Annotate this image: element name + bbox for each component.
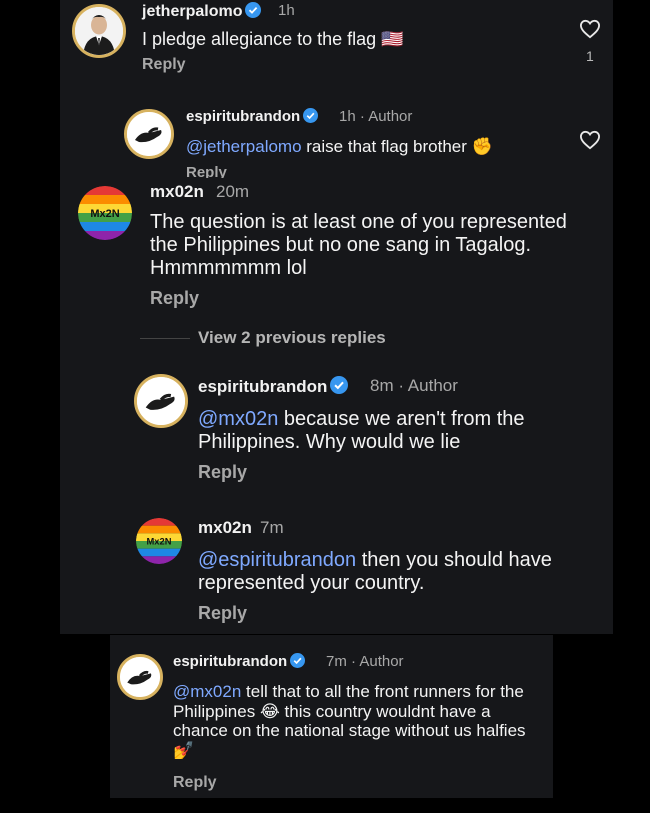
- username[interactable]: mx02n: [150, 182, 204, 202]
- comment-text: @espiritubrandon then you should have re…: [198, 549, 603, 595]
- comment-jetherpalomo: jetherpalomo 1h I pledge allegiance to t…: [60, 0, 613, 100]
- timestamp: 20m: [216, 182, 250, 201]
- comment-text: @mx02n because we aren't from the Philip…: [198, 408, 598, 454]
- timestamp-author: 7m · Author: [326, 653, 404, 670]
- username-text: espiritubrandon: [186, 108, 301, 125]
- reply-button[interactable]: Reply: [198, 462, 247, 483]
- mention-link[interactable]: @mx02n: [198, 408, 278, 430]
- comment-body: I pledge allegiance to the flag: [142, 29, 377, 49]
- comment-text: @jetherpalomo raise that flag brother ✊: [186, 137, 596, 157]
- author-label: Author: [407, 376, 458, 395]
- timestamp: 1h: [339, 108, 356, 125]
- reply-espiritubrandon-1: espiritubrandon 1h · Author @jetherpalom…: [60, 100, 613, 182]
- like-count: 1: [586, 48, 594, 64]
- verified-icon: [290, 653, 306, 668]
- verified-icon: [330, 376, 349, 394]
- comment-text: @mx02n tell that to all the front runner…: [173, 682, 543, 760]
- view-previous-replies[interactable]: View 2 previous replies: [198, 328, 386, 348]
- verified-icon: [245, 2, 262, 18]
- verified-icon: [303, 108, 319, 123]
- avatar-label: Mx2N: [90, 208, 119, 220]
- timestamp: 1h: [278, 2, 295, 19]
- comment-body: raise that flag brother: [301, 137, 467, 156]
- avatar[interactable]: Mx2N: [78, 186, 132, 240]
- reply-button[interactable]: Reply: [142, 56, 186, 74]
- username-text: jetherpalomo: [142, 3, 243, 20]
- laughing-emoji: 😂: [259, 701, 280, 721]
- timestamp-author: 1h · Author: [339, 108, 413, 125]
- username-text: espiritubrandon: [198, 377, 328, 396]
- nail-polish-emoji: 💅: [173, 740, 195, 760]
- avatar[interactable]: Mx2N: [136, 518, 182, 564]
- username-text: mx02n: [150, 182, 204, 201]
- heart-icon[interactable]: [579, 19, 601, 39]
- heart-icon[interactable]: [579, 130, 601, 150]
- comment-text: I pledge allegiance to the flag 🇺🇸: [142, 29, 562, 50]
- fist-emoji: ✊: [471, 137, 493, 156]
- username[interactable]: espiritubrandon: [186, 108, 319, 125]
- author-label: Author: [368, 108, 413, 125]
- username[interactable]: jetherpalomo: [142, 2, 262, 21]
- avatar[interactable]: [72, 4, 126, 58]
- reply-button[interactable]: Reply: [198, 603, 247, 624]
- username-text: espiritubrandon: [173, 653, 288, 670]
- timestamp: 8m: [370, 376, 394, 395]
- username-text: mx02n: [198, 518, 252, 537]
- reply-button[interactable]: Reply: [150, 288, 199, 309]
- avatar-label: Mx2N: [147, 536, 172, 546]
- author-label: Author: [359, 653, 404, 670]
- reply-espiritubrandon-3: espiritubrandon 7m · Author @mx02n tell …: [110, 635, 553, 798]
- timestamp-author: 8m · Author: [370, 376, 458, 395]
- comment-mx02n-thread: Mx2N mx02n 20m The question is at least …: [60, 178, 613, 634]
- mention-link[interactable]: @espiritubrandon: [198, 549, 356, 571]
- username[interactable]: mx02n: [198, 518, 252, 538]
- avatar[interactable]: [117, 654, 163, 700]
- avatar[interactable]: [134, 374, 188, 428]
- comment-text: The question is at least one of you repr…: [150, 211, 567, 279]
- mention-link[interactable]: @jetherpalomo: [186, 137, 302, 156]
- username[interactable]: espiritubrandon: [198, 376, 349, 397]
- flag-emoji: 🇺🇸: [381, 29, 404, 49]
- reply-button[interactable]: Reply: [173, 774, 217, 792]
- timestamp: 7m: [260, 518, 284, 537]
- username[interactable]: espiritubrandon: [173, 653, 306, 670]
- mention-link[interactable]: @mx02n: [173, 682, 241, 701]
- divider: [140, 338, 190, 339]
- avatar[interactable]: [124, 109, 174, 159]
- timestamp: 7m: [326, 653, 347, 670]
